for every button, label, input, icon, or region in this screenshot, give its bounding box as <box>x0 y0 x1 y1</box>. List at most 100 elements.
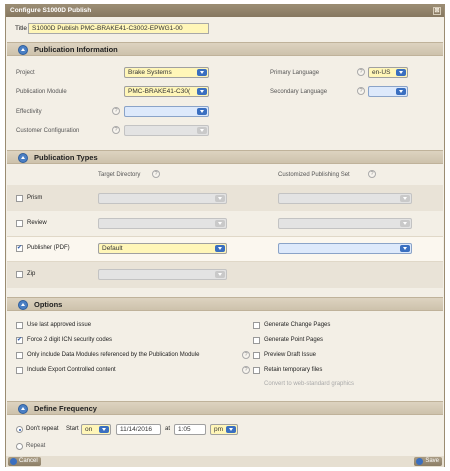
dialog-footer: Cancel Save <box>6 456 444 467</box>
publisher-pdf-checkbox[interactable] <box>16 244 23 252</box>
use-last-approved-checkbox[interactable] <box>16 322 23 329</box>
prism-label: Prism <box>27 195 43 201</box>
force-icn-checkbox[interactable] <box>16 336 23 344</box>
dont-repeat-radio[interactable] <box>16 426 23 433</box>
time-input[interactable]: 1:05 <box>174 424 206 435</box>
review-label: Review <box>27 220 47 226</box>
at-label: at <box>165 426 171 432</box>
title-label: Title <box>15 25 28 32</box>
ampm-value: pm <box>214 426 224 433</box>
chevron-down-icon <box>197 88 207 95</box>
chevron-down-icon <box>197 127 207 134</box>
prism-checkbox[interactable] <box>16 195 23 202</box>
chevron-down-icon <box>400 245 410 252</box>
preview-draft-label: Preview Draft Issue <box>264 352 317 358</box>
help-icon[interactable]: ? <box>112 126 120 134</box>
cancel-button[interactable]: Cancel <box>8 457 41 466</box>
prism-target-select[interactable] <box>98 193 227 204</box>
save-label: Save <box>425 458 439 464</box>
secondary-language-label: Secondary Language <box>270 89 328 95</box>
chevron-down-icon <box>215 195 225 202</box>
use-last-approved-label: Use last approved issue <box>27 322 92 328</box>
generate-point-pages-checkbox[interactable] <box>253 337 260 344</box>
start-on-select[interactable]: on <box>81 424 111 435</box>
repeat-label: Repeat <box>26 443 46 449</box>
collapse-icon[interactable] <box>18 404 28 414</box>
retain-temp-checkbox[interactable] <box>253 367 260 374</box>
include-export-checkbox[interactable] <box>16 367 23 374</box>
secondary-language-select[interactable] <box>368 86 408 97</box>
primary-language-label: Primary Language <box>270 70 320 76</box>
chevron-down-icon <box>400 220 410 227</box>
save-button[interactable]: Save <box>414 457 442 466</box>
project-label: Project <box>16 70 35 76</box>
section-title: Publication Types <box>34 153 98 162</box>
chevron-down-icon <box>396 88 406 95</box>
zip-target-select[interactable] <box>98 269 227 280</box>
section-title: Define Frequency <box>34 404 97 413</box>
chevron-down-icon <box>215 245 225 252</box>
collapse-icon[interactable] <box>18 45 28 55</box>
section-title: Publication Information <box>34 45 118 54</box>
publication-module-select[interactable]: PMC-BRAKE41-C30( <box>124 86 209 97</box>
chevron-down-icon <box>197 69 207 76</box>
review-target-select[interactable] <box>98 218 227 229</box>
dialog-titlebar: Configure S1000D Publish ⊠ <box>6 5 444 17</box>
project-select[interactable]: Brake Systems <box>124 67 209 78</box>
repeat-radio[interactable] <box>16 443 23 450</box>
publisher-target-select[interactable]: Default <box>98 243 227 254</box>
effectivity-select[interactable] <box>124 106 209 117</box>
customized-publishing-set-header: Customized Publishing Set <box>278 172 350 178</box>
publisher-custom-select[interactable] <box>278 243 412 254</box>
include-export-label: Include Export Controlled content <box>27 367 116 373</box>
customer-configuration-select[interactable] <box>124 125 209 136</box>
project-value: Brake Systems <box>128 69 172 76</box>
preview-draft-checkbox[interactable] <box>253 352 260 359</box>
help-icon[interactable]: ? <box>242 351 250 359</box>
title-input[interactable]: S1000D Publish PMC-BRAKE41-C3002-EPWG1-0… <box>28 23 209 34</box>
section-title: Options <box>34 300 63 309</box>
prism-custom-select[interactable] <box>278 193 412 204</box>
configure-publish-dialog: Configure S1000D Publish ⊠ Title S1000D … <box>5 4 445 467</box>
date-value: 11/14/2016 <box>120 426 153 433</box>
dialog-title: Configure S1000D Publish <box>10 7 92 14</box>
help-icon[interactable]: ? <box>368 170 376 178</box>
close-icon[interactable]: ⊠ <box>433 7 441 15</box>
retain-temp-label: Retain temporary files <box>264 367 323 373</box>
generate-change-pages-checkbox[interactable] <box>253 322 260 329</box>
target-directory-header: Target Directory <box>98 172 141 178</box>
only-include-dm-checkbox[interactable] <box>16 352 23 359</box>
zip-checkbox[interactable] <box>16 271 23 278</box>
cancel-icon <box>10 458 17 465</box>
publication-module-value: PMC-BRAKE41-C30( <box>128 88 191 95</box>
publication-types-header[interactable]: Publication Types <box>7 150 443 164</box>
publication-module-label: Publication Module <box>16 89 67 95</box>
collapse-icon[interactable] <box>18 300 28 310</box>
help-icon[interactable]: ? <box>357 68 365 76</box>
ampm-select[interactable]: pm <box>210 424 238 435</box>
collapse-icon[interactable] <box>18 153 28 163</box>
help-icon[interactable]: ? <box>152 170 160 178</box>
define-frequency-header[interactable]: Define Frequency <box>7 401 443 415</box>
help-icon[interactable]: ? <box>112 107 120 115</box>
primary-language-select[interactable]: en-US <box>368 67 408 78</box>
publication-information-header[interactable]: Publication Information <box>7 42 443 56</box>
chevron-down-icon <box>226 426 236 433</box>
zip-label: Zip <box>27 271 36 277</box>
cancel-label: Cancel <box>19 458 38 464</box>
chevron-down-icon <box>396 69 406 76</box>
review-checkbox[interactable] <box>16 220 23 227</box>
dont-repeat-label: Don't repeat <box>26 426 59 432</box>
chevron-down-icon <box>215 220 225 227</box>
chevron-down-icon <box>99 426 109 433</box>
publisher-pdf-label: Publisher (PDF) <box>27 245 70 251</box>
primary-language-value: en-US <box>372 69 391 76</box>
help-icon[interactable]: ? <box>242 366 250 374</box>
help-icon[interactable]: ? <box>357 87 365 95</box>
options-header[interactable]: Options <box>7 297 443 311</box>
chevron-down-icon <box>215 271 225 278</box>
chevron-down-icon <box>197 108 207 115</box>
review-custom-select[interactable] <box>278 218 412 229</box>
date-input[interactable]: 11/14/2016 <box>116 424 161 435</box>
time-value: 1:05 <box>178 426 191 433</box>
